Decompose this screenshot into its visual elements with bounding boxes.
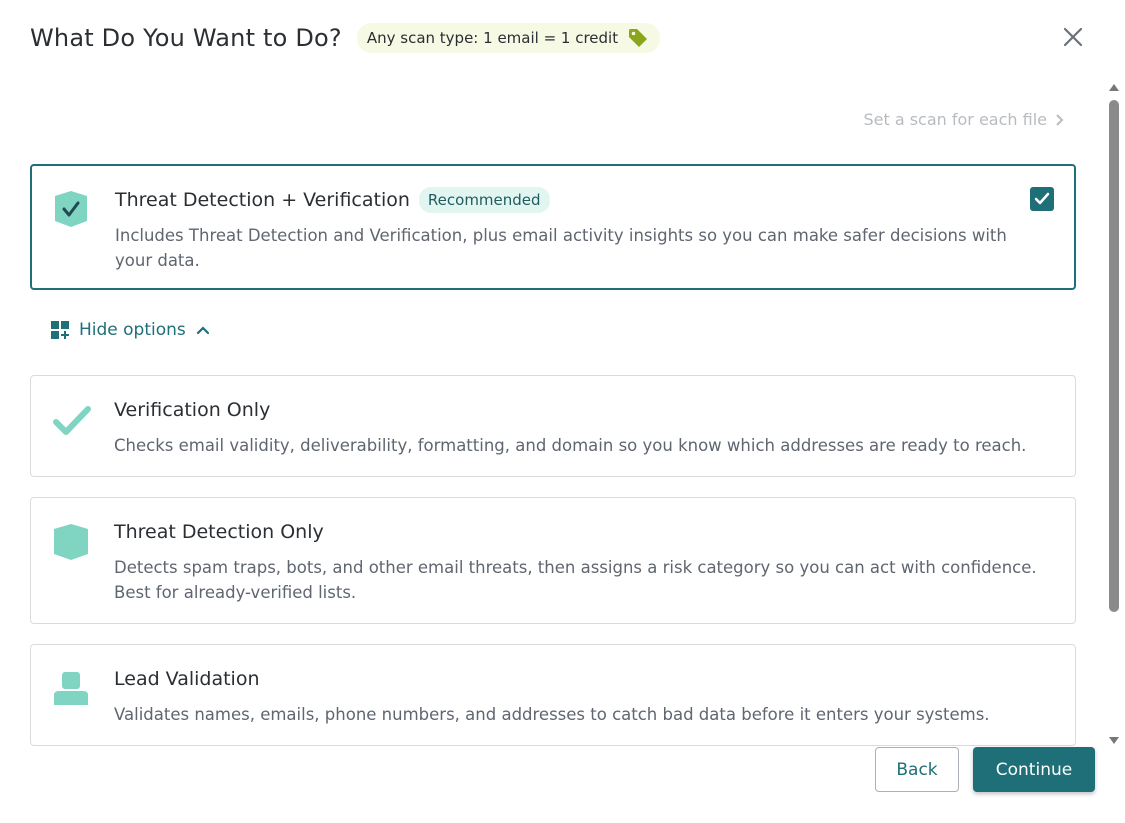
dashboard-add-icon [51, 321, 69, 339]
options-scrollbar[interactable] [1106, 84, 1122, 744]
scroll-down-arrow-icon[interactable] [1109, 737, 1119, 744]
scroll-up-arrow-icon[interactable] [1109, 84, 1119, 91]
option-description: Detects spam traps, bots, and other emai… [114, 558, 1037, 602]
option-description: Validates names, emails, phone numbers, … [114, 705, 990, 724]
close-button[interactable] [1060, 24, 1086, 50]
person-icon [53, 671, 89, 711]
credit-info-text: Any scan type: 1 email = 1 credit [366, 29, 619, 47]
checkmark-icon [53, 406, 91, 446]
dialog-header: What Do You Want to Do? Any scan type: 1… [30, 20, 661, 56]
credit-info-pill: Any scan type: 1 email = 1 credit [356, 23, 661, 53]
chevron-right-icon [1056, 113, 1064, 126]
scroll-thumb[interactable] [1109, 100, 1119, 612]
option-title: Threat Detection Only [114, 521, 324, 543]
tag-icon [626, 26, 650, 50]
scan-type-dialog: What Do You Want to Do? Any scan type: 1… [0, 0, 1126, 823]
recommended-badge: Recommended [418, 187, 550, 213]
option-title: Verification Only [114, 399, 271, 421]
back-button[interactable]: Back [875, 747, 959, 792]
set-scan-per-file-link[interactable]: Set a scan for each file [863, 110, 1065, 129]
check-icon [1034, 192, 1050, 205]
option-card-verification-only[interactable]: Verification Only Checks email validity,… [30, 375, 1076, 477]
continue-button[interactable]: Continue [973, 747, 1095, 792]
dialog-title: What Do You Want to Do? [30, 24, 342, 52]
hide-options-label: Hide options [79, 320, 186, 340]
option-title-text: Threat Detection + Verification [115, 189, 410, 211]
hide-options-toggle[interactable]: Hide options [50, 320, 211, 340]
chevron-up-icon [196, 326, 209, 335]
option-description: Includes Threat Detection and Verificati… [115, 226, 1007, 270]
shield-icon [53, 524, 89, 564]
shield-check-icon [53, 190, 89, 230]
option-card-threat-detection-only[interactable]: Threat Detection Only Detects spam traps… [30, 497, 1076, 624]
option-title: Threat Detection + Verification Recommen… [115, 187, 550, 213]
option-checkbox[interactable] [1030, 187, 1054, 211]
close-icon [1063, 27, 1083, 47]
option-description: Checks email validity, deliverability, f… [114, 436, 1027, 455]
option-card-threat-detection-verification[interactable]: Threat Detection + Verification Recommen… [30, 164, 1076, 290]
option-title: Lead Validation [114, 668, 260, 690]
set-scan-per-file-label: Set a scan for each file [863, 110, 1047, 129]
option-card-lead-validation[interactable]: Lead Validation Validates names, emails,… [30, 644, 1076, 746]
